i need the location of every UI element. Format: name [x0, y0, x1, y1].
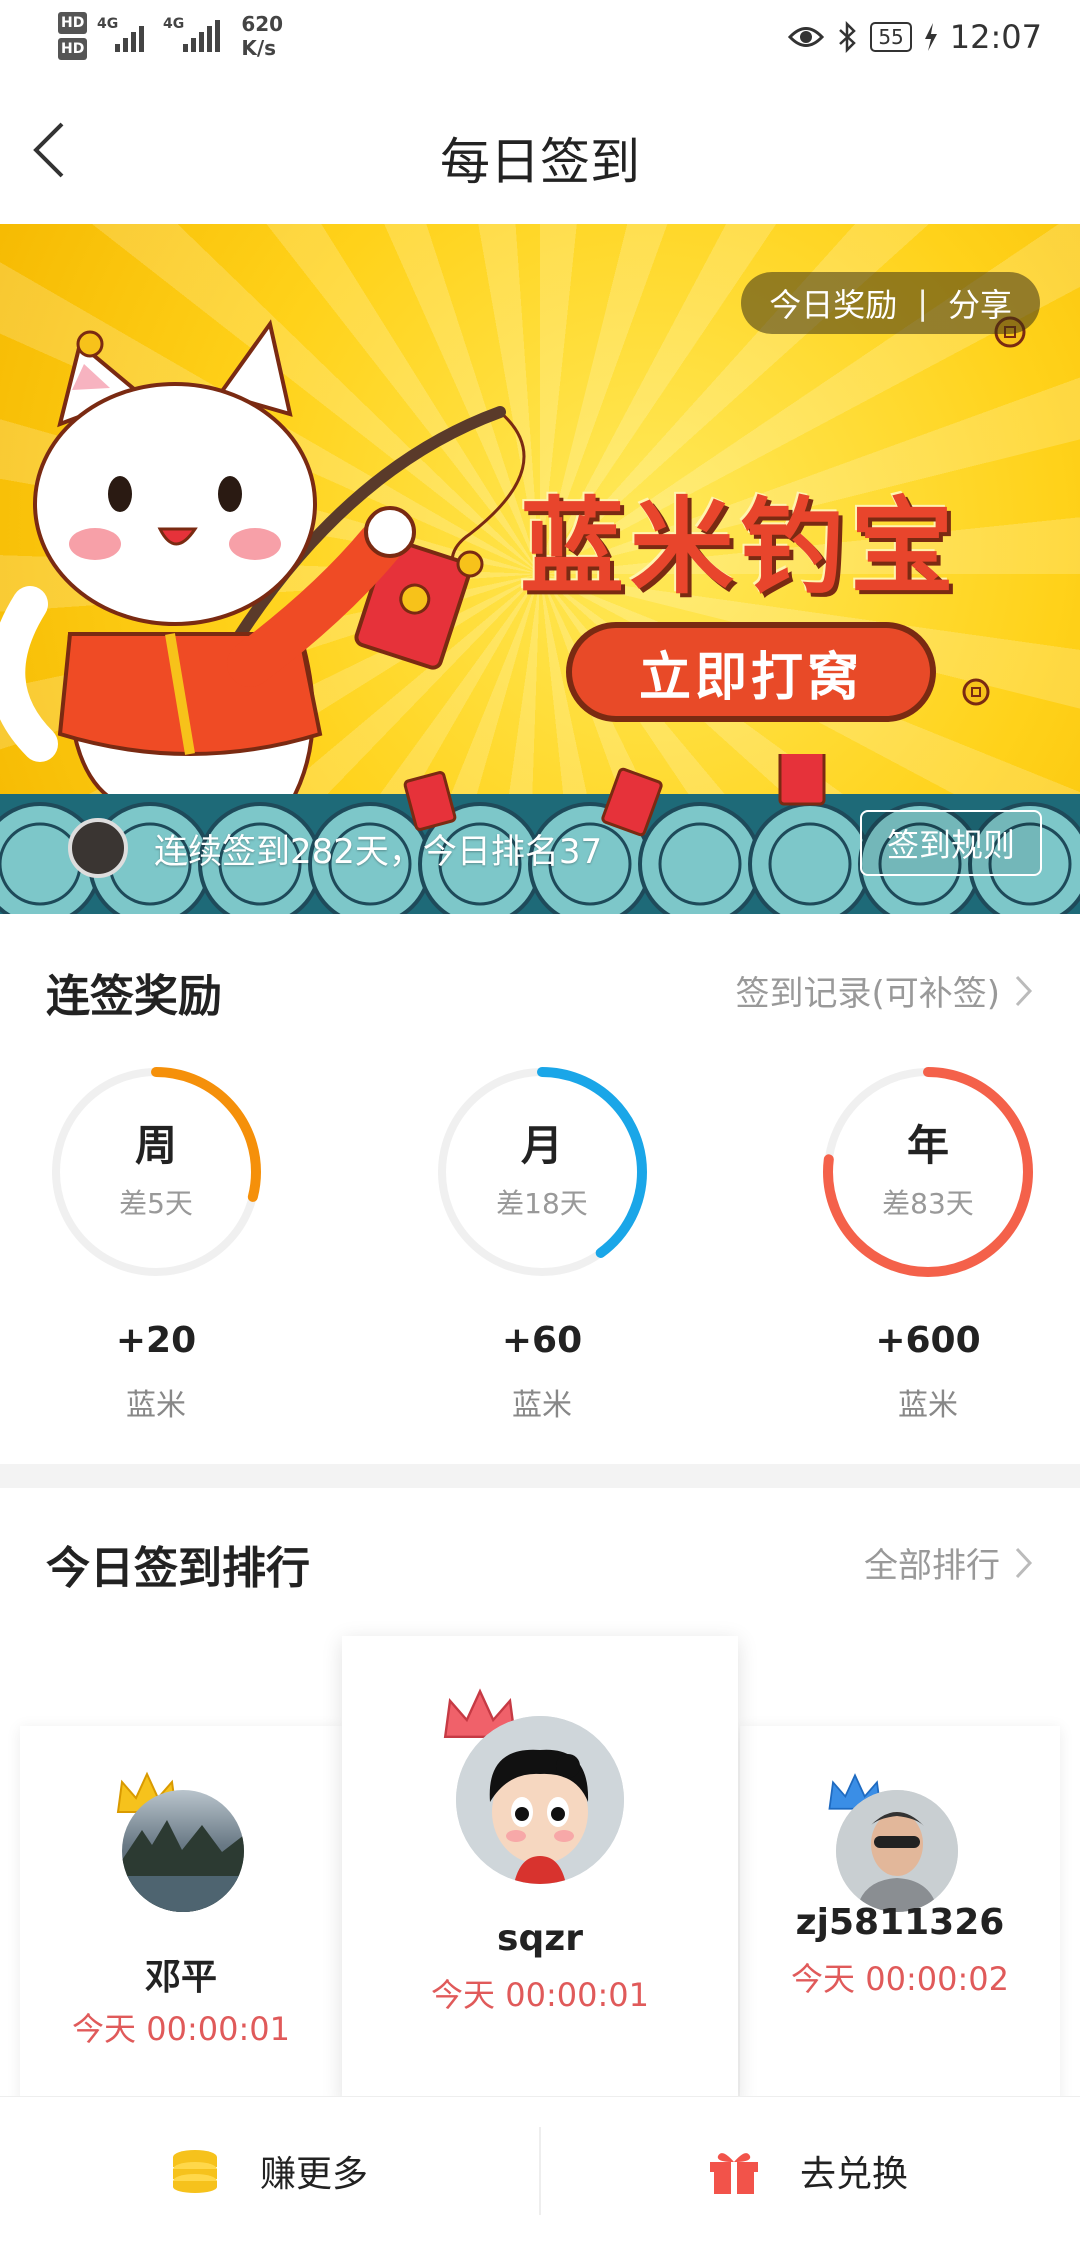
streak-text: 连续签到282天，今日排名37 [154, 831, 603, 872]
network-speed: 620 [241, 12, 284, 36]
banner-title: 蓝米钓宝 [520, 486, 961, 608]
rank-card-1[interactable]: sqzr 今天 00:00:01 [342, 1636, 738, 2106]
rank-time-2: 今天 00:00:01 [72, 2010, 290, 2048]
battery-indicator: 55 [870, 22, 912, 52]
bluetooth-icon [839, 21, 857, 53]
status-right: 55 12:07 [788, 18, 1042, 56]
coins-stack-icon [173, 2150, 217, 2193]
signal-indicators: HD HD 4G 4G 620 K/s [58, 12, 283, 60]
reward-ring-3: 年差83天 [818, 1062, 1038, 1282]
user-avatar[interactable] [68, 818, 128, 878]
share-pill[interactable]: 今日奖励 | 分享 [741, 272, 1040, 334]
reward-remaining: 差5天 [119, 1187, 193, 1220]
rules-button[interactable]: 签到规则 [860, 810, 1042, 876]
gift-icon [710, 2153, 758, 2194]
reward-unit: 蓝米 [126, 1388, 186, 1423]
section-divider [0, 1464, 1080, 1488]
coin-icon [962, 678, 990, 706]
reward-ring-1: 周差5天 [46, 1062, 266, 1282]
signal-1-icon: 4G [97, 16, 145, 52]
status-bar: HD HD 4G 4G 620 K/s 55 12:07 [0, 0, 1080, 80]
cat-fishing-illustration [0, 319, 526, 806]
ranking-heading: 今日签到排行 [46, 1543, 310, 1594]
charging-icon [924, 23, 937, 51]
person-avatar-icon [836, 1790, 958, 1912]
page-title: 每日签到 [440, 133, 640, 191]
landscape-avatar-icon [122, 1820, 244, 1912]
signal-2-icon: 4G [163, 16, 221, 52]
earn-more-button[interactable]: 赚更多 [170, 2097, 368, 2244]
rank-avatar-1[interactable] [456, 1716, 624, 1884]
rank-card-3[interactable]: zj5811326 今天 00:00:02 [740, 1726, 1060, 2106]
share-link[interactable]: 分享 [948, 280, 1012, 326]
event-banner[interactable]: 今日奖励 | 分享 蓝米钓宝 立即打窝 连续签到282天，今日排名37 签到规则 [0, 224, 1080, 914]
today-reward-link[interactable]: 今日奖励 [769, 280, 897, 326]
reward-amount: +600 [875, 1320, 981, 1361]
rank-card-2[interactable]: 邓平 今天 00:00:01 [20, 1726, 342, 2106]
earn-more-label: 赚更多 [260, 2154, 369, 2195]
rank-name-2: 邓平 [144, 1957, 217, 1998]
reward-remaining: 差18天 [496, 1187, 588, 1220]
navigation-bar: 每日签到 [0, 80, 1080, 224]
checkin-record-link[interactable]: 签到记录(可补签) [735, 966, 1034, 1015]
start-button[interactable]: 立即打窝 [566, 622, 936, 722]
checkin-record-label: 签到记录(可补签) [735, 974, 1000, 1014]
rank-avatar-2[interactable] [122, 1790, 244, 1912]
bottom-divider [539, 2127, 541, 2215]
reward-amount: +20 [115, 1320, 197, 1361]
reward-period: 周 [134, 1121, 177, 1170]
rank-name-3: zj5811326 [795, 1902, 1005, 1943]
hd2-badge: HD [58, 38, 88, 60]
cartoon-boy-avatar-icon [456, 1716, 624, 1884]
streak-info: 连续签到282天，今日排名37 [68, 818, 602, 878]
reward-period: 年 [906, 1121, 949, 1170]
pill-separator: | [917, 284, 928, 322]
clock: 12:07 [949, 18, 1042, 56]
all-ranking-link[interactable]: 全部排行 [864, 1538, 1034, 1587]
svg-text:4G: 4G [163, 16, 184, 32]
reward-ring-2: 月差18天 [432, 1062, 652, 1282]
bottom-action-bar: 赚更多 去兑换 [0, 2096, 1080, 2244]
rank-avatar-3[interactable] [836, 1790, 958, 1912]
svg-text:4G: 4G [97, 16, 118, 32]
eye-icon [788, 27, 825, 47]
rank-time-3: 今天 00:00:02 [791, 1960, 1009, 1998]
reward-unit: 蓝米 [512, 1388, 572, 1423]
network-unit: K/s [241, 36, 277, 60]
rank-name-1: sqzr [497, 1918, 583, 1959]
reward-period: 月 [520, 1121, 563, 1170]
all-ranking-label: 全部排行 [864, 1546, 1000, 1586]
hd1-badge: HD [58, 12, 88, 34]
chevron-right-icon [1015, 1547, 1033, 1578]
rank-time-1: 今天 00:00:01 [431, 1976, 649, 2014]
app-root: HD HD 4G 4G 620 K/s 55 12:07 每日签到 今日奖励 |… [0, 0, 1080, 2244]
reward-amount: +60 [501, 1320, 583, 1361]
chevron-right-icon [1015, 975, 1033, 1006]
rewards-heading: 连签奖励 [46, 971, 222, 1022]
reward-remaining: 差83天 [882, 1187, 974, 1220]
redeem-label: 去兑换 [800, 2154, 909, 2195]
reward-unit: 蓝米 [898, 1388, 958, 1423]
redeem-button[interactable]: 去兑换 [708, 2097, 908, 2244]
